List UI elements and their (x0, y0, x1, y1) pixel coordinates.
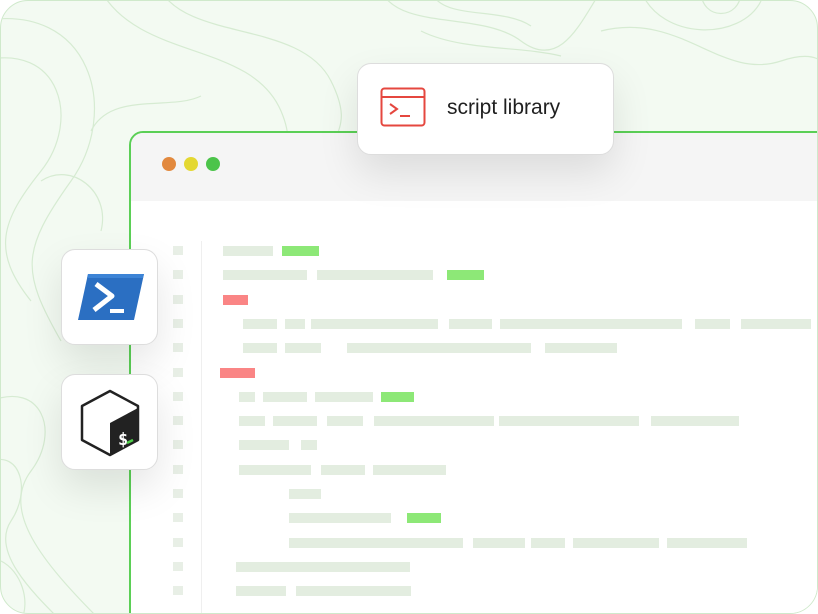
code-token (741, 319, 811, 329)
code-token (500, 319, 682, 329)
code-token (327, 416, 363, 426)
powershell-icon (78, 274, 144, 320)
line-number (173, 392, 183, 401)
line-number (173, 416, 183, 425)
code-editor-window (129, 131, 817, 613)
code-token (223, 270, 307, 280)
line-number (173, 270, 183, 279)
code-token (285, 319, 305, 329)
code-token (289, 538, 463, 548)
added-code-token (381, 392, 414, 402)
powershell-card[interactable] (61, 249, 158, 345)
code-token (239, 440, 289, 450)
maximize-dot[interactable] (206, 157, 220, 171)
line-number (173, 489, 183, 498)
line-number (173, 343, 183, 352)
code-diff-area (131, 201, 817, 613)
bash-icon: $ (80, 389, 140, 457)
code-token (499, 416, 639, 426)
code-token (695, 319, 730, 329)
line-number (173, 319, 183, 328)
line-number (173, 295, 183, 304)
added-code-token (282, 246, 319, 256)
code-token (289, 513, 391, 523)
code-token (273, 416, 317, 426)
line-number (173, 513, 183, 522)
svg-text:$: $ (118, 430, 128, 450)
code-token (347, 343, 531, 353)
code-token (473, 538, 525, 548)
removed-code-token (223, 295, 248, 305)
script-library-card[interactable]: script library (357, 63, 614, 155)
code-token (223, 246, 273, 256)
minimize-dot[interactable] (184, 157, 198, 171)
code-token (285, 343, 321, 353)
code-token (315, 392, 373, 402)
added-code-token (407, 513, 441, 523)
code-token (311, 319, 438, 329)
code-token (374, 416, 494, 426)
terminal-icon (380, 87, 426, 127)
removed-code-token (220, 368, 255, 378)
code-token (373, 465, 446, 475)
code-token (545, 343, 617, 353)
code-token (236, 562, 410, 572)
code-token (239, 392, 255, 402)
code-token (289, 489, 321, 499)
close-dot[interactable] (162, 157, 176, 171)
script-library-label: script library (447, 96, 561, 119)
code-token (317, 270, 433, 280)
hero-frame: script library $ (0, 0, 818, 614)
code-token (243, 319, 277, 329)
line-number (173, 538, 183, 547)
code-token (263, 392, 307, 402)
line-number (173, 368, 183, 377)
gutter-divider (201, 241, 202, 613)
line-number (173, 440, 183, 449)
line-number (173, 562, 183, 571)
line-number (173, 586, 183, 595)
line-number (173, 465, 183, 474)
added-code-token (447, 270, 484, 280)
code-token (573, 538, 659, 548)
code-token (531, 538, 565, 548)
code-token (239, 416, 265, 426)
line-number (173, 246, 183, 255)
code-token (236, 586, 286, 596)
code-token (321, 465, 365, 475)
code-token (296, 586, 411, 596)
bash-card[interactable]: $ (61, 374, 158, 470)
code-token (243, 343, 277, 353)
code-token (449, 319, 492, 329)
code-token (651, 416, 739, 426)
code-token (301, 440, 317, 450)
code-token (667, 538, 747, 548)
code-token (239, 465, 311, 475)
